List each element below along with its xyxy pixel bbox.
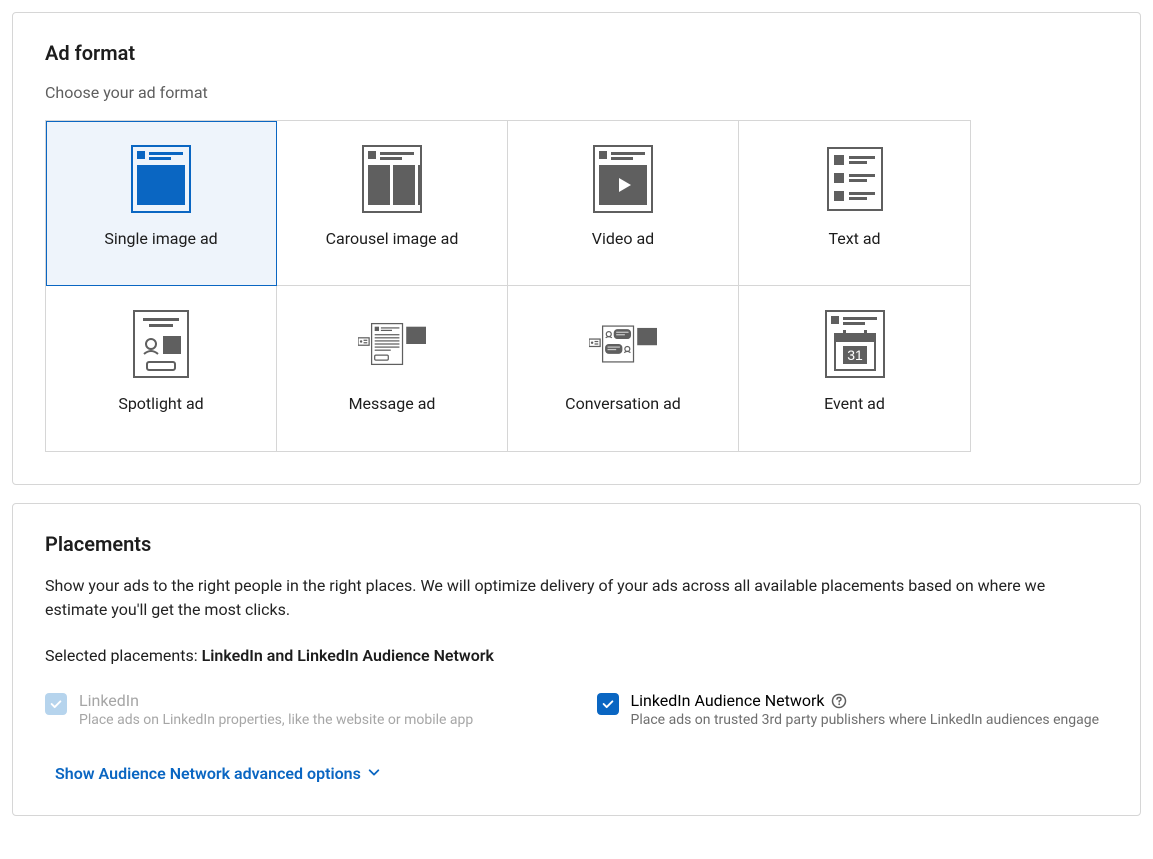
ad-format-grid: Single image ad Carousel image ad bbox=[45, 120, 971, 452]
placement-desc: Place ads on LinkedIn properties, like t… bbox=[79, 712, 473, 728]
event-icon: 31 bbox=[821, 310, 889, 378]
svg-text:31: 31 bbox=[847, 347, 863, 363]
ad-format-panel: Ad format Choose your ad format Single i… bbox=[12, 12, 1141, 485]
checkbox-audience-network[interactable] bbox=[597, 693, 619, 715]
show-advanced-options-link[interactable]: Show Audience Network advanced options bbox=[55, 764, 381, 783]
ad-format-spotlight[interactable]: Spotlight ad bbox=[46, 286, 277, 451]
single-image-icon bbox=[127, 145, 195, 213]
ad-format-event[interactable]: 31 Event ad bbox=[739, 286, 970, 451]
text-ad-icon bbox=[821, 145, 889, 213]
ad-format-label: Message ad bbox=[349, 394, 436, 413]
placements-title: Placements bbox=[45, 532, 1108, 556]
ad-format-carousel[interactable]: Carousel image ad bbox=[277, 121, 508, 286]
placements-description: Show your ads to the right people in the… bbox=[45, 574, 1108, 622]
ad-format-label: Text ad bbox=[828, 229, 880, 248]
advanced-link-label: Show Audience Network advanced options bbox=[55, 764, 361, 783]
placements-selected: Selected placements: LinkedIn and Linked… bbox=[45, 646, 1108, 665]
ad-format-single-image[interactable]: Single image ad bbox=[46, 121, 277, 286]
placement-label: LinkedIn bbox=[79, 691, 473, 710]
ad-format-label: Single image ad bbox=[104, 229, 217, 248]
ad-format-label: Video ad bbox=[592, 229, 654, 248]
video-icon bbox=[589, 145, 657, 213]
ad-format-message[interactable]: Message ad bbox=[277, 286, 508, 451]
placements-list: LinkedIn Place ads on LinkedIn propertie… bbox=[45, 691, 1108, 728]
carousel-icon bbox=[358, 145, 426, 213]
placement-label: LinkedIn Audience Network bbox=[631, 691, 1100, 710]
ad-format-label: Spotlight ad bbox=[118, 394, 203, 413]
placements-panel: Placements Show your ads to the right pe… bbox=[12, 503, 1141, 816]
ad-format-text[interactable]: Text ad bbox=[739, 121, 970, 286]
ad-format-video[interactable]: Video ad bbox=[508, 121, 739, 286]
message-icon bbox=[358, 310, 426, 378]
ad-format-conversation[interactable]: Conversation ad bbox=[508, 286, 739, 451]
ad-format-label: Event ad bbox=[824, 394, 885, 413]
ad-format-title: Ad format bbox=[45, 41, 1108, 65]
placement-linkedin: LinkedIn Place ads on LinkedIn propertie… bbox=[45, 691, 557, 728]
checkbox-linkedin bbox=[45, 693, 67, 715]
conversation-icon bbox=[589, 310, 657, 378]
placement-label-text: LinkedIn Audience Network bbox=[631, 691, 825, 710]
ad-format-subtitle: Choose your ad format bbox=[45, 83, 1108, 102]
ad-format-label: Conversation ad bbox=[565, 394, 681, 413]
chevron-down-icon bbox=[367, 764, 381, 783]
placements-selected-value: LinkedIn and LinkedIn Audience Network bbox=[202, 646, 494, 665]
placement-desc: Place ads on trusted 3rd party publisher… bbox=[631, 712, 1100, 728]
help-icon[interactable] bbox=[831, 693, 847, 709]
spotlight-icon bbox=[127, 310, 195, 378]
placement-audience-network[interactable]: LinkedIn Audience Network Place ads on t… bbox=[597, 691, 1109, 728]
ad-format-label: Carousel image ad bbox=[326, 229, 459, 248]
placements-selected-prefix: Selected placements: bbox=[45, 646, 202, 665]
